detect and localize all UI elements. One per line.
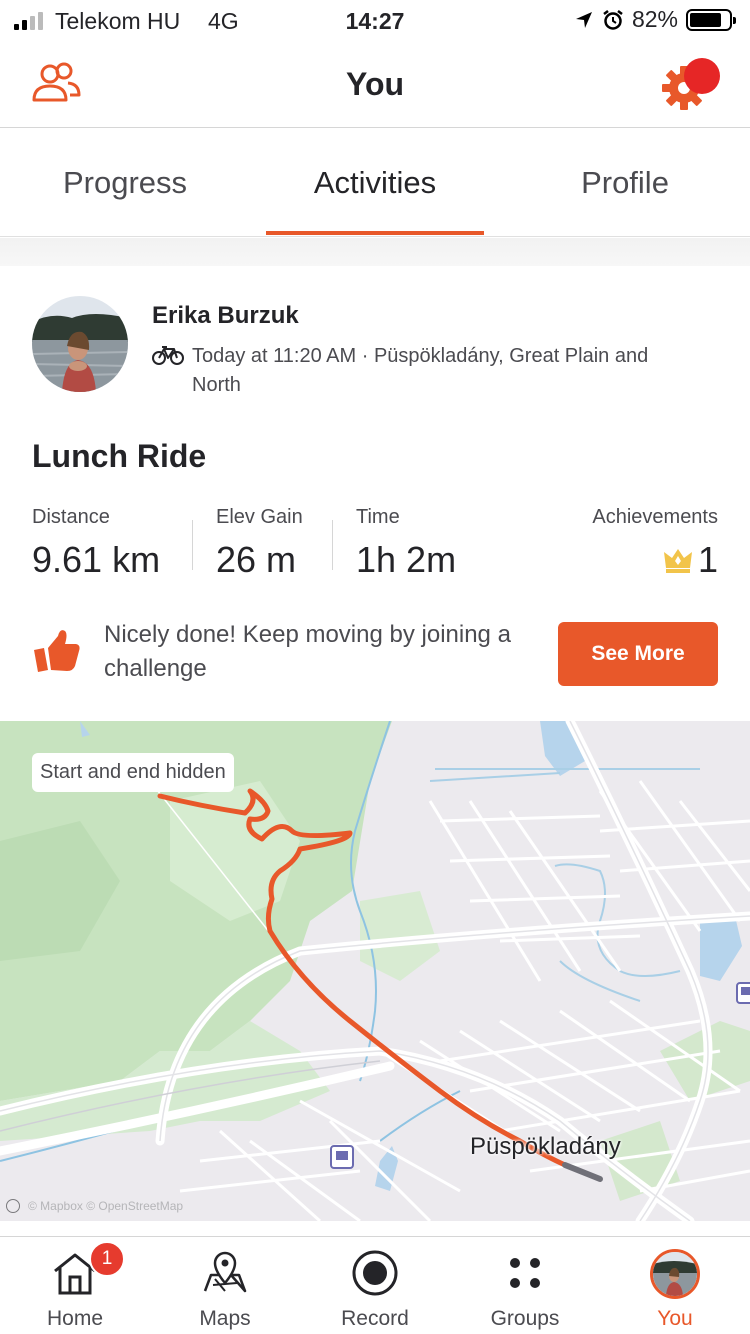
top-header: You bbox=[0, 44, 750, 128]
nav-you[interactable]: You bbox=[600, 1237, 750, 1334]
nav-record[interactable]: Record bbox=[300, 1237, 450, 1334]
train-station-icon bbox=[736, 982, 750, 1004]
active-tab-indicator bbox=[266, 231, 484, 235]
feed-spacer bbox=[0, 238, 750, 266]
stat-divider bbox=[332, 520, 333, 570]
tab-profile[interactable]: Profile bbox=[500, 165, 750, 201]
bottom-nav: 1 Home Maps Record Groups You bbox=[0, 1236, 750, 1334]
stat-label: Distance bbox=[32, 506, 110, 528]
nav-label: Home bbox=[46, 1307, 104, 1330]
town-label: Püspökladány bbox=[470, 1133, 621, 1160]
stat-label: Elev Gain bbox=[216, 506, 303, 528]
tab-activities[interactable]: Activities bbox=[250, 165, 500, 201]
notification-dot bbox=[684, 58, 720, 94]
stat-label: Achievements bbox=[592, 506, 718, 528]
groups-icon bbox=[510, 1258, 540, 1288]
nav-label: Groups bbox=[490, 1307, 560, 1330]
status-bar: Telekom HU 4G 14:27 82% bbox=[0, 0, 750, 44]
tab-progress[interactable]: Progress bbox=[0, 165, 250, 201]
attribution-text: © Mapbox © OpenStreetMap bbox=[28, 1199, 184, 1213]
privacy-pill: Start and end hidden bbox=[32, 753, 234, 792]
stat-value: 1h 2m bbox=[356, 539, 457, 580]
route-map[interactable]: Start and end hidden Püspökladány © Mapb… bbox=[0, 721, 750, 1221]
bike-icon bbox=[152, 346, 184, 365]
map-pin-icon bbox=[203, 1251, 247, 1293]
stat-value: 9.61 km bbox=[32, 539, 161, 580]
stat-label: Time bbox=[356, 506, 400, 528]
nav-maps[interactable]: Maps bbox=[150, 1237, 300, 1334]
battery-percent: 82% bbox=[631, 6, 678, 32]
athlete-name[interactable]: Erika Burzuk bbox=[152, 302, 299, 330]
page-title: You bbox=[345, 66, 405, 102]
stat-elev-gain: Elev Gain 26 m bbox=[216, 506, 303, 581]
nav-label: Record bbox=[341, 1307, 409, 1330]
stat-value: 26 m bbox=[216, 539, 297, 580]
see-more-button[interactable]: See More bbox=[558, 622, 718, 686]
battery-icon bbox=[686, 8, 736, 31]
crown-icon bbox=[663, 549, 692, 573]
location-arrow-icon bbox=[575, 11, 592, 28]
map-attribution[interactable]: © Mapbox © OpenStreetMap bbox=[6, 1199, 183, 1213]
train-station-icon bbox=[330, 1145, 354, 1169]
promo-text: Nicely done! Keep moving by joining a ch… bbox=[104, 621, 511, 682]
stat-distance: Distance 9.61 km bbox=[32, 506, 160, 581]
stat-divider bbox=[192, 520, 193, 570]
activity-card[interactable]: Erika Burzuk Today at 11:20 AM · Püspökl… bbox=[0, 266, 750, 721]
achievement-count: 1 bbox=[697, 539, 718, 580]
tab-bar: Progress Activities Profile bbox=[0, 129, 750, 237]
stat-time: Time 1h 2m bbox=[356, 506, 456, 581]
notification-badge: 1 bbox=[89, 1241, 125, 1277]
activity-title[interactable]: Lunch Ride bbox=[32, 438, 206, 475]
nav-label: You bbox=[657, 1307, 693, 1330]
stat-achievements: Achievements 1 bbox=[592, 506, 718, 581]
avatar[interactable] bbox=[32, 296, 128, 392]
record-icon bbox=[352, 1250, 398, 1296]
nav-groups[interactable]: Groups bbox=[450, 1237, 600, 1334]
activity-meta: Today at 11:20 AM · Püspökladány, Great … bbox=[192, 345, 649, 396]
alarm-icon bbox=[603, 9, 623, 30]
avatar bbox=[650, 1249, 700, 1299]
nav-label: Maps bbox=[199, 1307, 251, 1330]
mapbox-logo-icon bbox=[6, 1199, 20, 1213]
route-hidden-end bbox=[562, 1162, 603, 1182]
nav-home[interactable]: 1 Home bbox=[0, 1237, 150, 1334]
thumbs-up-icon bbox=[34, 630, 80, 672]
